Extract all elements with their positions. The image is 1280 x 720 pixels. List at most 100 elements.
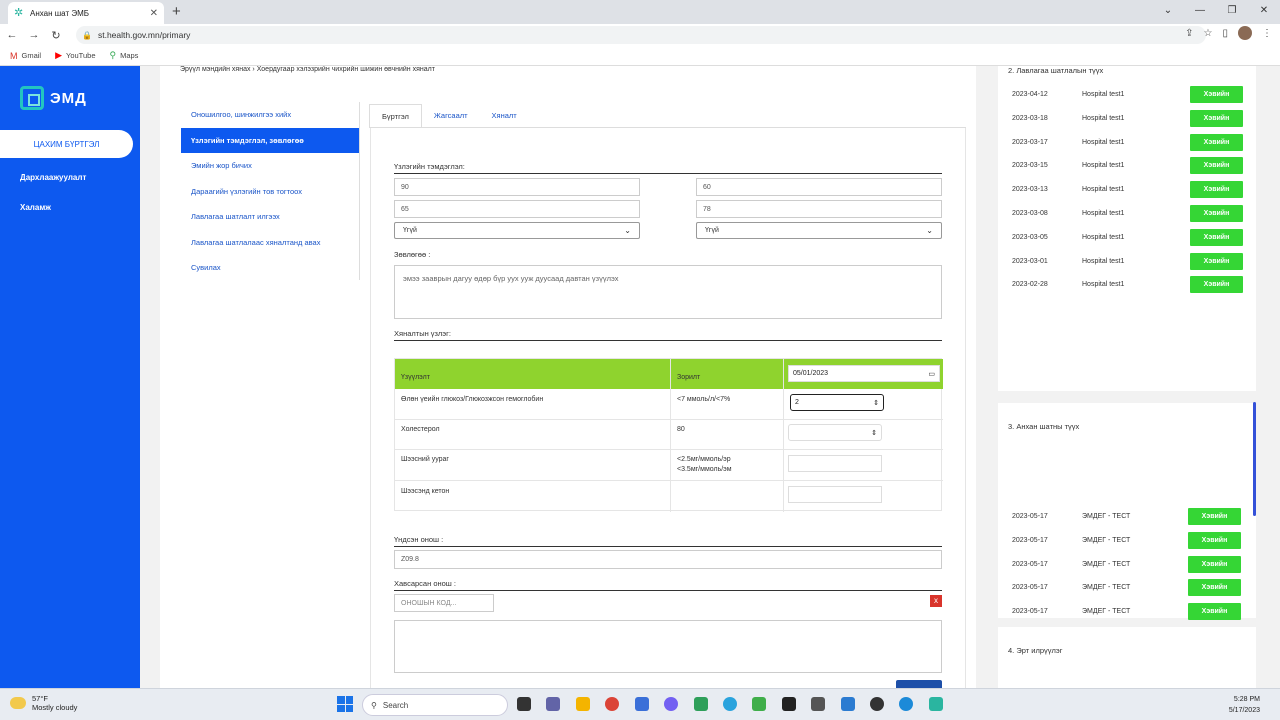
security-icon[interactable] <box>635 697 649 711</box>
tab-monitoring[interactable]: Хяналт <box>480 104 529 128</box>
chevron-down-icon[interactable]: ⌄ <box>1152 0 1184 24</box>
menu-item-nursing[interactable]: Сувилах <box>181 255 359 281</box>
browser-tab[interactable]: ✲ Анхан шат ЭМБ ✕ <box>8 2 164 24</box>
menu-item-next-appointment[interactable]: Дараагийн үзлэгийн тов тогтоох <box>181 179 359 205</box>
profile-avatar[interactable] <box>1238 26 1252 40</box>
app-icon[interactable] <box>694 697 708 711</box>
status-button[interactable]: Хэвийн <box>1190 157 1243 175</box>
windows-start-icon[interactable] <box>337 696 353 712</box>
main-diagnosis-field[interactable]: Z09.8 <box>394 550 942 569</box>
status-button[interactable]: Хэвийн <box>1188 508 1241 525</box>
row-label-urine-protein: Шээсний уураг <box>401 456 449 463</box>
file-explorer-icon[interactable] <box>576 697 590 711</box>
history-date: 2023-04-12 <box>1012 91 1048 98</box>
reload-icon[interactable]: ↻ <box>46 29 66 42</box>
forward-icon[interactable]: → <box>24 29 44 41</box>
status-button[interactable]: Хэвийн <box>1190 252 1243 270</box>
status-button[interactable]: Хэвийн <box>1188 555 1241 573</box>
edge-icon[interactable] <box>899 697 913 711</box>
sidebar-item-active[interactable]: ЦАХИМ БҮРТГЭЛ <box>0 130 133 158</box>
exam-field-3[interactable]: 65 <box>394 200 640 218</box>
close-tab-icon[interactable]: ✕ <box>150 8 158 19</box>
weather-temp: 57°F <box>32 694 48 703</box>
referral-history-title: 2. Лавлагаа шатлалын түүх <box>1008 66 1104 75</box>
remove-diagnosis-button[interactable]: x <box>930 595 942 607</box>
panel-scrollbar[interactable] <box>1253 402 1256 516</box>
history-row: 2023-05-17 ЭМДЕГ - ТЕСТ Хэвийн <box>1012 555 1244 574</box>
app-icon[interactable] <box>870 697 884 711</box>
monitoring-date-input[interactable]: 05/01/2023 ▭ <box>788 365 940 382</box>
tab-registration[interactable]: Бүртгэл <box>369 104 422 128</box>
urine-protein-input[interactable] <box>788 455 882 472</box>
history-date: 2023-05-17 <box>1012 560 1048 568</box>
snipping-tool-icon[interactable] <box>811 697 825 711</box>
advice-textarea[interactable]: эмээ зааврын дагуу өдөр бүр уух ууж дуус… <box>394 265 942 319</box>
viber-icon[interactable] <box>664 697 678 711</box>
exam-field-2[interactable]: 60 <box>696 178 942 196</box>
menu-item-exam-notes[interactable]: Үзлэгийн тэмдэглэл, зөвлөгөө <box>181 127 359 153</box>
status-button[interactable]: Хэвийн <box>1188 579 1241 597</box>
weather-widget[interactable]: 57°F Mostly cloudy <box>10 694 77 712</box>
exam-field-4[interactable]: 78 <box>696 200 942 218</box>
sidebar-item-immunization[interactable]: Дархлаажуулалт <box>20 173 86 182</box>
side-panel-icon[interactable]: ▯ <box>1222 28 1228 39</box>
restore-icon[interactable]: ❐ <box>1216 0 1248 24</box>
system-clock[interactable]: 5:28 PM 5/17/2023 <box>1229 694 1260 716</box>
monitoring-table: Үзүүлэлт Зорилт 05/01/2023 ▭ Өлөн үеийн г… <box>394 358 943 512</box>
bookmark-maps[interactable]: ⚲ Maps <box>110 50 139 61</box>
status-button[interactable]: Хэвийн <box>1188 531 1241 549</box>
menu-item-receive-referral[interactable]: Лавлагаа шатлалаас хяналтанд авах <box>181 230 359 256</box>
weather-cloud-icon <box>10 697 26 709</box>
cholesterol-input[interactable]: ⇕ <box>788 424 882 441</box>
web-page: ЭМД ЦАХИМ БҮРТГЭЛ Дархлаажуулалт Халамж … <box>0 66 1280 688</box>
close-window-icon[interactable]: ✕ <box>1248 0 1280 24</box>
new-tab-button[interactable]: + <box>172 3 181 20</box>
exam-select-2[interactable]: Үгүй ⌄ <box>696 222 942 239</box>
bookmark-star-icon[interactable]: ☆ <box>1204 28 1213 39</box>
taskbar-search[interactable]: ⚲ Search <box>362 694 508 716</box>
media-icon[interactable] <box>752 697 766 711</box>
app-icon[interactable] <box>782 697 796 711</box>
status-button[interactable]: Хэвийн <box>1190 181 1243 199</box>
menu-item-send-referral[interactable]: Лавлагаа шатлалт илгээх <box>181 204 359 230</box>
history-facility: Hospital test1 <box>1082 281 1125 289</box>
history-facility: Hospital test1 <box>1082 162 1125 170</box>
chrome-icon[interactable] <box>605 697 619 711</box>
share-icon[interactable]: ⇪ <box>1185 28 1193 39</box>
select-value: Үгүй <box>705 227 719 234</box>
status-button[interactable]: Хэвийн <box>1188 603 1241 621</box>
photos-icon[interactable] <box>841 697 855 711</box>
diagnosis-code-input[interactable]: ОНОШЫН КОД... <box>394 594 494 612</box>
menu-item-diagnostics[interactable]: Оношилгоо, шинжилгээ хийх <box>181 102 359 128</box>
exam-field-1[interactable]: 90 <box>394 178 640 196</box>
chat-icon[interactable] <box>546 697 560 711</box>
address-bar-row: ← → ↻ 🔒 st.health.gov.mn/primary ⇪ ☆ ▯ ⋮ <box>0 24 1280 46</box>
bookmark-gmail[interactable]: M Gmail <box>10 51 41 61</box>
history-facility: ЭМДЕГ - ТЕСТ <box>1082 560 1131 568</box>
save-button[interactable] <box>896 680 942 688</box>
url-field[interactable]: 🔒 st.health.gov.mn/primary <box>76 26 1206 44</box>
glucose-input[interactable]: 2 ⇕ <box>790 394 884 411</box>
sidebar-item-welfare[interactable]: Халамж <box>20 203 51 212</box>
ketone-input[interactable] <box>788 486 882 503</box>
history-row: 2023-04-12 Hospital test1 Хэвийн <box>1012 86 1244 104</box>
status-button[interactable]: Хэвийн <box>1190 133 1243 151</box>
emd-app-icon[interactable] <box>929 697 943 711</box>
tab-list[interactable]: Жагсаалт <box>422 104 480 128</box>
extra-diagnosis-textarea[interactable] <box>394 620 942 673</box>
exam-select-1[interactable]: Үгүй ⌄ <box>394 222 640 239</box>
status-button[interactable]: Хэвийн <box>1190 86 1243 103</box>
bookmark-youtube[interactable]: ▶ YouTube <box>55 50 95 61</box>
menu-dots-icon[interactable]: ⋮ <box>1262 28 1272 39</box>
history-row: 2023-05-17 ЭМДЕГ - ТЕСТ Хэвийн <box>1012 531 1244 550</box>
minimize-icon[interactable]: — <box>1184 0 1216 24</box>
select-value: Үгүй <box>403 227 417 234</box>
status-button[interactable]: Хэвийн <box>1190 109 1243 127</box>
status-button[interactable]: Хэвийн <box>1190 228 1243 246</box>
status-button[interactable]: Хэвийн <box>1190 276 1243 294</box>
menu-item-prescription[interactable]: Эмийн жор бичих <box>181 153 359 179</box>
task-view-icon[interactable] <box>517 697 531 711</box>
telegram-icon[interactable] <box>723 697 737 711</box>
status-button[interactable]: Хэвийн <box>1190 205 1243 222</box>
back-icon[interactable]: ← <box>2 29 22 41</box>
